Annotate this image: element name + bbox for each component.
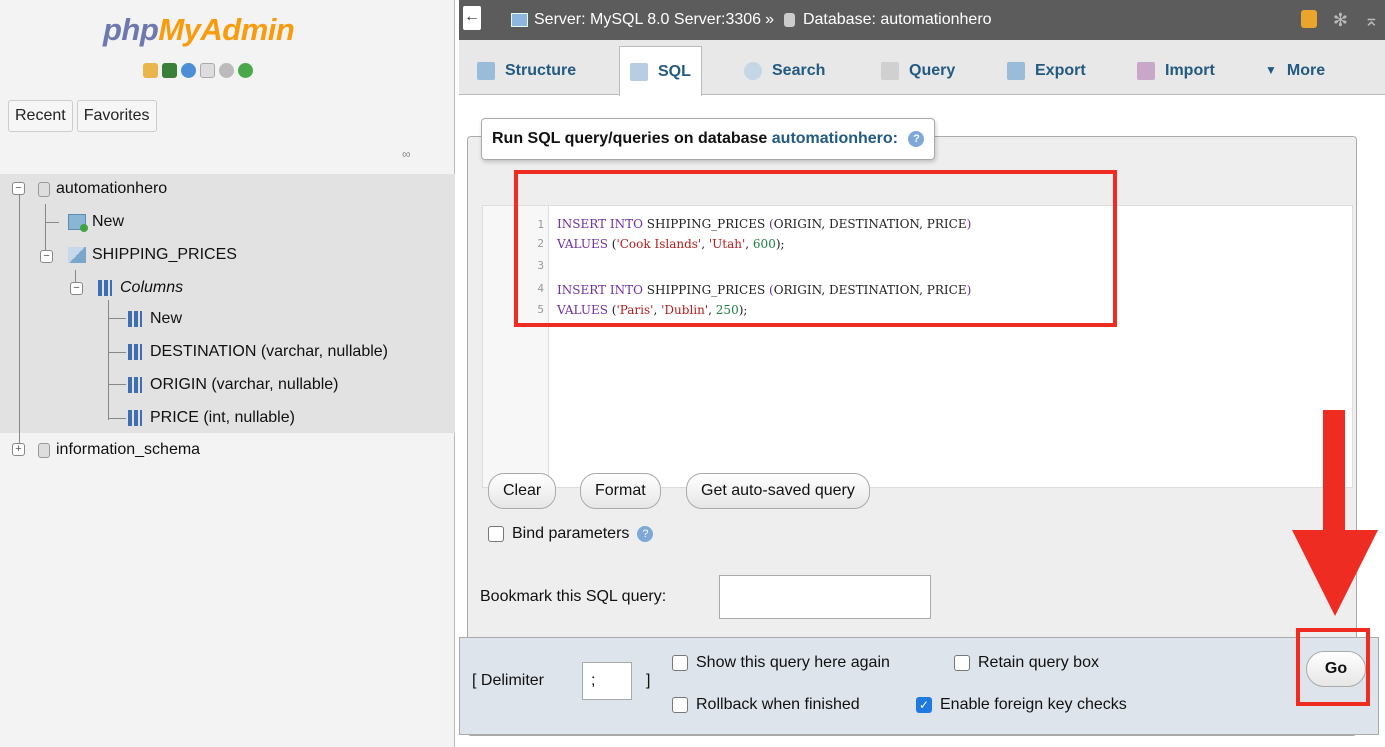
table-icon (68, 247, 86, 263)
search-icon (744, 61, 762, 80)
column-icon (128, 344, 142, 360)
collapse-icon[interactable]: ⌅ (1364, 10, 1379, 31)
rollback-checkbox[interactable] (672, 697, 688, 713)
docs-icon[interactable] (200, 63, 215, 78)
main-panel: ← Server: MySQL 8.0 Server:3306 » Databa… (459, 0, 1385, 747)
breadcrumb-server[interactable]: Server: MySQL 8.0 Server:3306 (534, 11, 761, 29)
delimiter-close: ] (646, 672, 651, 689)
annotation-arrow-shaft (1323, 410, 1345, 540)
caret-down-icon: ▼ (1265, 63, 1277, 77)
clear-button[interactable]: Clear (488, 473, 557, 509)
main-tabs: Structure SQL Search Query Export Import… (459, 40, 1385, 96)
sql-icon (630, 62, 648, 81)
get-autosaved-query-button[interactable]: Get auto-saved query (686, 473, 870, 509)
tree-new-table[interactable]: New (68, 207, 124, 237)
recent-tab[interactable]: Recent (8, 100, 73, 132)
format-button[interactable]: Format (580, 473, 661, 509)
server-icon (511, 13, 528, 27)
tab-search[interactable]: Search (734, 46, 835, 95)
help-icon[interactable] (181, 63, 196, 78)
nav-tabs: Recent Favorites (8, 100, 157, 132)
foreign-key-checks-row: ✓ Enable foreign key checks (916, 696, 1127, 714)
tree-column-origin[interactable]: ORIGIN (varchar, nullable) (128, 370, 339, 400)
tab-query[interactable]: Query (871, 46, 965, 95)
help-icon[interactable]: ? (908, 130, 925, 147)
database-tree: − automationhero New − SHIPPING_PRICES −… (0, 174, 455, 450)
annotation-arrow-head (1292, 530, 1378, 616)
gear-icon[interactable]: ✻ (1333, 10, 1348, 31)
retain-query-box-checkbox[interactable] (954, 655, 970, 671)
expand-information-schema[interactable]: + (12, 443, 25, 456)
tree-db-automationhero[interactable]: automationhero (38, 174, 167, 204)
tab-more[interactable]: ▼ More (1255, 46, 1335, 95)
navigation-panel: phpMyAdmin Recent Favorites ∞ − automati… (0, 0, 455, 747)
favorites-tab[interactable]: Favorites (76, 100, 157, 132)
import-icon (1137, 61, 1155, 80)
home-icon[interactable] (143, 63, 158, 78)
foreign-key-checks-checkbox[interactable]: ✓ (916, 697, 932, 713)
columns-icon (98, 280, 112, 296)
tab-import[interactable]: Import (1127, 46, 1225, 95)
export-icon (1007, 61, 1025, 80)
column-icon (128, 410, 142, 426)
breadcrumb-database[interactable]: Database: automationhero (803, 11, 992, 29)
phpmyadmin-logo[interactable]: phpMyAdmin (103, 12, 295, 48)
bind-parameters-checkbox[interactable] (488, 526, 504, 542)
retain-query-box-row: Retain query box (954, 654, 1099, 672)
collapse-nav-arrow-icon[interactable]: ← (463, 6, 481, 30)
new-table-icon (68, 214, 88, 232)
database-icon (38, 442, 50, 458)
top-breadcrumb-bar: ← Server: MySQL 8.0 Server:3306 » Databa… (459, 0, 1385, 40)
show-query-again-checkbox[interactable] (672, 655, 688, 671)
new-column-icon (128, 311, 142, 327)
delimiter-label: [ Delimiter (472, 672, 545, 689)
tree-table-shipping-prices[interactable]: SHIPPING_PRICES (68, 240, 237, 270)
tree-new-column[interactable]: New (128, 304, 182, 334)
query-options-bar: [ Delimiter ; ] Show this query here aga… (459, 637, 1379, 735)
top-bar-icons: ✻ ⌅ (1300, 10, 1379, 31)
logo-php: php (103, 12, 159, 47)
delimiter-input[interactable]: ; (582, 662, 632, 700)
query-highlight-box (514, 170, 1117, 327)
rollback-row: Rollback when finished (672, 696, 860, 714)
tab-export[interactable]: Export (997, 46, 1096, 95)
collapse-automationhero[interactable]: − (12, 182, 25, 195)
logo-myadmin: MyAdmin (158, 12, 295, 47)
reload-icon[interactable] (238, 63, 253, 78)
tree-columns[interactable]: Columns (98, 273, 183, 303)
lock-icon[interactable] (1300, 10, 1317, 28)
show-query-again-row: Show this query here again (672, 654, 890, 672)
tree-column-price[interactable]: PRICE (int, nullable) (128, 403, 295, 433)
query-icon (881, 61, 899, 80)
tab-structure[interactable]: Structure (467, 46, 586, 95)
column-icon (128, 377, 142, 393)
tree-db-information-schema[interactable]: information_schema (38, 435, 200, 465)
bookmark-input[interactable] (719, 575, 931, 619)
tree-column-destination[interactable]: DESTINATION (varchar, nullable) (128, 337, 388, 367)
tab-sql[interactable]: SQL (619, 46, 702, 96)
database-icon (38, 181, 50, 197)
database-icon (783, 13, 795, 27)
collapse-shipping-prices[interactable]: − (40, 250, 53, 263)
sql-query-legend: Run SQL query/queries on database automa… (481, 118, 936, 160)
breadcrumb: Server: MySQL 8.0 Server:3306 » Database… (511, 11, 992, 29)
settings-icon[interactable] (219, 63, 234, 78)
go-highlight-box (1296, 628, 1370, 706)
collapse-columns[interactable]: − (70, 282, 83, 295)
link-icon[interactable]: ∞ (402, 147, 411, 161)
help-icon[interactable]: ? (637, 526, 654, 542)
bind-parameters-row: Bind parameters ? (488, 525, 654, 543)
nav-quick-icons (143, 63, 253, 78)
bookmark-label: Bookmark this SQL query: (480, 588, 667, 605)
legend-database-link[interactable]: automationhero: (772, 130, 898, 147)
structure-icon (477, 61, 495, 80)
logout-icon[interactable] (162, 63, 177, 78)
